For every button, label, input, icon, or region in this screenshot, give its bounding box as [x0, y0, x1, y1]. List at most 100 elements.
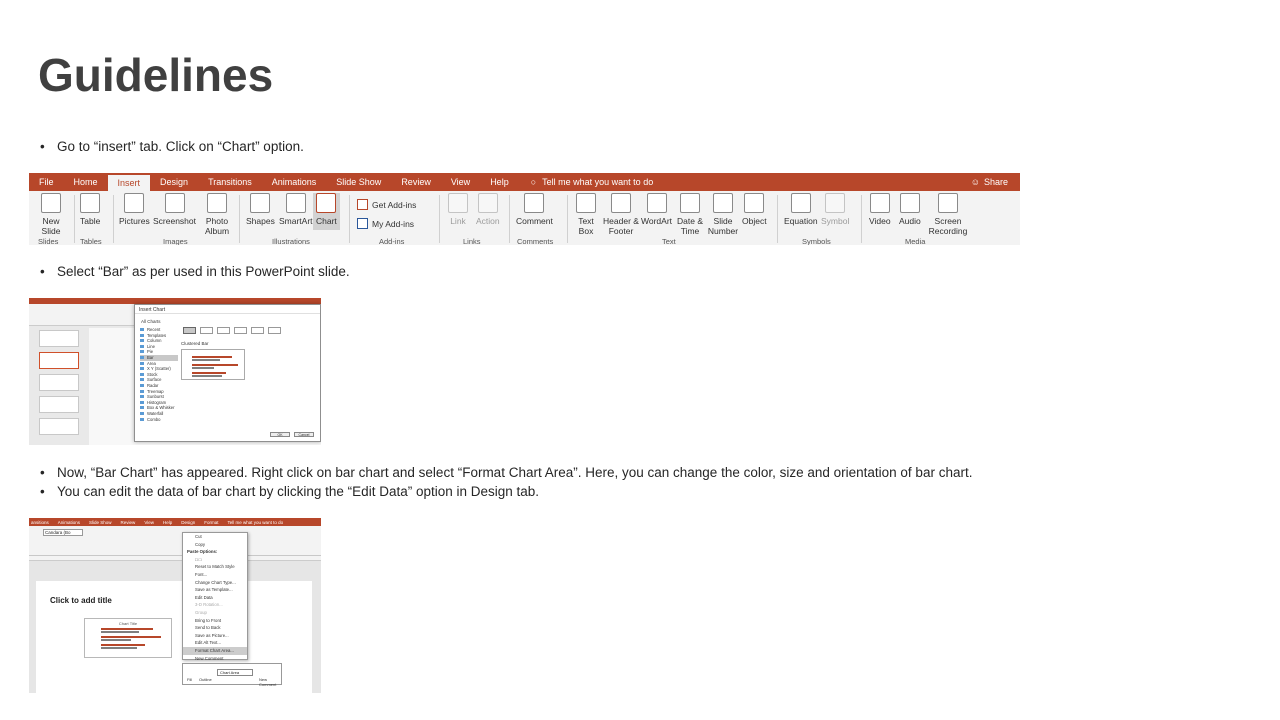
stacked-bar-icon[interactable]: [200, 327, 213, 334]
menu-item-new-comment[interactable]: New Comment: [183, 655, 247, 663]
tab-insert[interactable]: Insert: [107, 173, 151, 191]
menu-item-bring-front[interactable]: Bring to Front: [183, 617, 247, 625]
get-addins-button[interactable]: Get Add-ins: [357, 199, 416, 210]
equation-button[interactable]: Equation: [784, 193, 818, 226]
new-comment-button[interactable]: New Comment: [259, 677, 281, 687]
menu-item-cut[interactable]: Cut: [183, 533, 247, 541]
menu-item-alt-text[interactable]: Edit Alt Text...: [183, 639, 247, 647]
comment-button[interactable]: Comment: [516, 193, 553, 226]
group-label-tables: Tables: [80, 237, 102, 245]
date-time-button[interactable]: Date & Time: [676, 193, 704, 236]
menu-item-copy[interactable]: Copy: [183, 541, 247, 549]
3d-stacked-100-bar-icon[interactable]: [268, 327, 281, 334]
group-label-addins: Add-ins: [379, 237, 405, 245]
tab-animations[interactable]: Animations: [262, 173, 327, 191]
chart-bar: [101, 628, 153, 630]
wordart-button[interactable]: WordArt: [641, 193, 672, 226]
chart-bar: [101, 636, 161, 638]
object-button[interactable]: Object: [742, 193, 767, 226]
text-box-button[interactable]: Text Box: [574, 193, 598, 236]
tab-design[interactable]: Design: [150, 173, 198, 191]
slide-thumbnail[interactable]: [39, 396, 79, 413]
bullet-dot: •: [40, 139, 45, 154]
outline-button[interactable]: Outline: [199, 677, 212, 682]
link-icon: [448, 193, 468, 213]
divider: [349, 195, 350, 243]
tab-format[interactable]: Format: [204, 520, 218, 525]
screen-recording-button[interactable]: Screen Recording: [927, 193, 969, 236]
tab-slide-show[interactable]: Slide Show: [89, 520, 112, 525]
my-addins-button[interactable]: My Add-ins: [357, 218, 414, 229]
new-slide-button[interactable]: New Slide: [37, 193, 65, 236]
slide-number-button[interactable]: Slide Number: [707, 193, 739, 236]
font-name-box[interactable]: Candara (Bo: [43, 529, 83, 536]
menu-item-send-back[interactable]: Send to Back: [183, 624, 247, 632]
tab-transitions[interactable]: Transitions: [198, 173, 262, 191]
group-label-media: Media: [905, 237, 926, 245]
chart-bar: [101, 644, 145, 646]
menu-item-change-chart-type[interactable]: Change Chart Type...: [183, 579, 247, 587]
slide-thumbnail[interactable]: [39, 352, 79, 369]
tab-help[interactable]: Help: [480, 173, 519, 191]
object-icon: [744, 193, 765, 213]
paste-icons[interactable]: □ □: [183, 556, 247, 564]
preview-bar: [192, 356, 232, 358]
menu-item-paste-options: Paste Options:: [187, 549, 218, 555]
3d-stacked-bar-icon[interactable]: [251, 327, 264, 334]
audio-button[interactable]: Audio: [899, 193, 921, 226]
fill-button[interactable]: Fill: [187, 677, 192, 682]
tell-me-text[interactable]: Tell me what you want to do: [228, 520, 284, 525]
tab-file[interactable]: File: [29, 173, 64, 191]
slide-thumbnail[interactable]: [39, 330, 79, 347]
table-button[interactable]: Table: [80, 193, 100, 226]
chart-type-item[interactable]: Combo: [140, 417, 178, 423]
share-button[interactable]: ☺ Share: [971, 173, 1020, 191]
format-chart-screenshot: ansitions Animations Slide Show Review V…: [29, 518, 321, 693]
tab-design[interactable]: Design: [181, 520, 195, 525]
new-slide-label: New Slide: [41, 216, 61, 236]
video-button[interactable]: Video: [869, 193, 891, 226]
tab-view[interactable]: View: [144, 520, 154, 525]
header-footer-button[interactable]: Header & Footer: [603, 193, 639, 236]
shapes-button[interactable]: Shapes: [246, 193, 275, 226]
stacked-100-bar-icon[interactable]: [217, 327, 230, 334]
menu-item-save-picture[interactable]: Save as Picture...: [183, 632, 247, 640]
bar-chart[interactable]: Chart Title: [84, 618, 172, 658]
symbol-button[interactable]: Symbol: [821, 193, 849, 226]
tab-review[interactable]: Review: [121, 520, 136, 525]
tab-help[interactable]: Help: [163, 520, 172, 525]
equation-label: Equation: [784, 216, 818, 226]
chart-button[interactable]: Chart: [313, 193, 340, 230]
3d-clustered-bar-icon[interactable]: [234, 327, 247, 334]
photo-album-button[interactable]: Photo Album: [201, 193, 233, 236]
slide-thumbnail[interactable]: [39, 418, 79, 435]
title-placeholder[interactable]: Click to add title: [50, 596, 112, 605]
all-charts-tab[interactable]: All Charts: [141, 319, 161, 324]
menu-item-edit-data[interactable]: Edit Data: [183, 594, 247, 602]
tab-home[interactable]: Home: [64, 173, 108, 191]
preview-bar: [192, 372, 226, 374]
pictures-button[interactable]: Pictures: [119, 193, 150, 226]
menu-item-reset-style[interactable]: Reset to Match Style: [183, 563, 247, 571]
tab-transitions[interactable]: ansitions: [31, 520, 49, 525]
clustered-bar-icon[interactable]: [183, 327, 196, 334]
pictures-icon: [124, 193, 145, 213]
menu-item-format-chart-area[interactable]: Format Chart Area...: [183, 646, 247, 655]
tab-review[interactable]: Review: [391, 173, 441, 191]
tell-me-box[interactable]: ○ Tell me what you want to do: [519, 173, 654, 191]
tab-slide-show[interactable]: Slide Show: [326, 173, 391, 191]
screenshot-button[interactable]: Screenshot: [153, 193, 196, 226]
cancel-button[interactable]: Cancel: [294, 432, 314, 437]
smartart-button[interactable]: SmartArt: [279, 193, 313, 226]
ok-button[interactable]: OK: [270, 432, 290, 437]
chart-element-select[interactable]: Chart Area: [217, 669, 253, 676]
screenshot-label: Screenshot: [153, 216, 196, 226]
tab-animations[interactable]: Animations: [58, 520, 80, 525]
bullet-text: Now, “Bar Chart” has appeared. Right cli…: [57, 465, 973, 480]
action-button[interactable]: Action: [476, 193, 500, 226]
link-button[interactable]: Link: [448, 193, 468, 226]
tab-view[interactable]: View: [441, 173, 480, 191]
menu-item-font[interactable]: Font...: [183, 571, 247, 579]
slide-thumbnail[interactable]: [39, 374, 79, 391]
menu-item-save-template[interactable]: Save as Template...: [183, 586, 247, 594]
